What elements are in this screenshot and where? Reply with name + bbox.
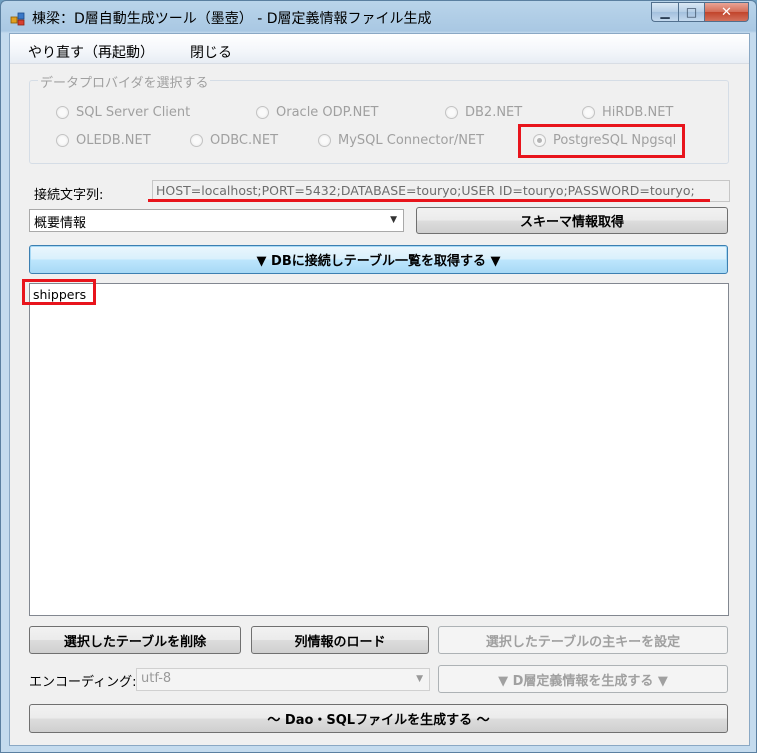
highlight-box-table	[22, 279, 96, 305]
radio-odbc[interactable]: ODBC.NET	[190, 133, 278, 148]
get-schema-button[interactable]: スキーマ情報取得	[416, 207, 728, 234]
menu-restart[interactable]: やり直す（再起動）	[28, 42, 154, 62]
generate-definition-button[interactable]: ▼ D層定義情報を生成する ▼	[438, 665, 728, 693]
radio-icon	[582, 106, 595, 119]
close-button[interactable]: ✕	[704, 2, 749, 22]
window-title: 棟梁：D層自動生成ツール（墨壺） - D層定義情報ファイル生成	[32, 11, 432, 27]
radio-icon	[318, 134, 331, 147]
radio-sqlserver[interactable]: SQL Server Client	[56, 105, 190, 120]
provider-group-legend: データプロバイダを選択する	[38, 72, 211, 91]
set-primary-key-button[interactable]: 選択したテーブルの主キーを設定	[438, 626, 728, 654]
radio-icon	[256, 106, 269, 119]
dropdown-arrow-icon: ▼	[416, 674, 423, 684]
generate-dao-sql-button[interactable]: ～ Dao・SQLファイルを生成する ～	[29, 704, 728, 733]
close-icon: ✕	[721, 4, 732, 20]
radio-oledb[interactable]: OLEDB.NET	[56, 133, 151, 148]
radio-icon	[56, 134, 69, 147]
highlight-underline-connection	[148, 199, 710, 202]
dropdown-arrow-icon: ▼	[390, 215, 397, 225]
encoding-select[interactable]: utf-8 ▼	[136, 668, 430, 691]
maximize-button[interactable]: □	[678, 2, 704, 22]
schema-type-select[interactable]: 概要情報 ▼	[29, 209, 404, 232]
radio-db2[interactable]: DB2.NET	[445, 105, 522, 120]
minimize-icon: ▁	[660, 5, 670, 19]
radio-hirdb[interactable]: HiRDB.NET	[582, 105, 673, 120]
radio-icon	[56, 106, 69, 119]
menu-bar: やり直す（再起動） 閉じる	[10, 34, 749, 64]
radio-icon	[190, 134, 203, 147]
highlight-box-provider	[518, 124, 685, 158]
client-area: やり直す（再起動） 閉じる データプロバイダを選択する SQL Server C…	[9, 33, 750, 746]
maximize-icon: □	[685, 5, 698, 19]
radio-mysql[interactable]: MySQL Connector/NET	[318, 133, 484, 148]
connect-list-tables-button[interactable]: ▼ DBに接続しテーブル一覧を取得する ▼	[29, 245, 728, 274]
connection-label: 接続文字列:	[34, 188, 104, 203]
app-window: 棟梁：D層自動生成ツール（墨壺） - D層定義情報ファイル生成 ▁ □ ✕ やり…	[0, 0, 757, 753]
menu-close[interactable]: 閉じる	[190, 42, 232, 62]
tables-listbox[interactable]: shippers	[29, 283, 729, 616]
caption-buttons: ▁ □ ✕	[651, 2, 749, 22]
encoding-label: エンコーディング:	[29, 675, 137, 690]
minimize-button[interactable]: ▁	[651, 2, 678, 22]
radio-icon	[445, 106, 458, 119]
delete-table-button[interactable]: 選択したテーブルを削除	[29, 626, 241, 654]
radio-oracle[interactable]: Oracle ODP.NET	[256, 105, 379, 120]
title-bar[interactable]: 棟梁：D層自動生成ツール（墨壺） - D層定義情報ファイル生成 ▁ □ ✕	[1, 1, 756, 33]
app-icon	[10, 12, 25, 26]
load-columns-button[interactable]: 列情報のロード	[251, 626, 429, 654]
